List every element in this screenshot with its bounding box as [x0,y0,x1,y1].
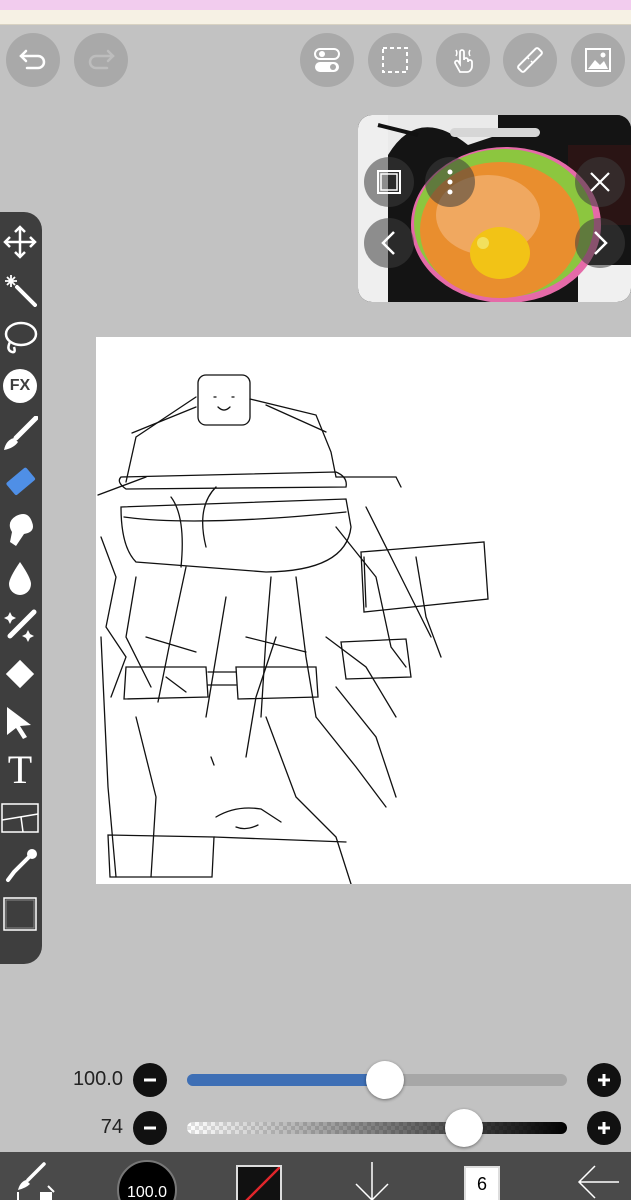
reference-close-button[interactable] [575,157,625,207]
brush-size-slider: 100.0 [0,1060,631,1100]
status-strip [0,0,631,10]
tool-palette: FX T [0,212,42,964]
tool-eyedropper[interactable] [0,844,40,888]
size-increase-button[interactable] [587,1063,621,1097]
size-track-fill [187,1074,385,1086]
arrow-left-icon [577,1165,619,1199]
plus-icon [598,1122,610,1134]
selection-icon [382,47,408,73]
tool-smudge[interactable] [0,508,40,552]
title-strip [0,10,631,25]
drawing-canvas[interactable] [96,337,631,884]
tool-fill[interactable] [0,652,40,696]
eraser-icon [6,467,36,496]
layer-count: 6 [476,1174,487,1194]
fill-icon [5,659,35,689]
brush-swap-icon [17,1162,55,1200]
reference-menu-button[interactable] [425,157,475,207]
canvas-icon [3,897,37,931]
blur-icon [9,562,31,595]
tool-special-brush[interactable] [0,604,40,648]
tool-text[interactable]: T [0,748,40,792]
ruler-icon [517,47,543,73]
tool-frame-divider[interactable] [0,796,40,840]
tool-blur[interactable] [0,556,40,600]
frame-divider-icon [1,803,39,833]
undo-icon [19,49,46,70]
toggle-icon [314,48,340,72]
brush-icon [4,416,38,450]
filter-icon: FX [3,369,37,403]
opacity-slider-thumb[interactable] [445,1109,484,1147]
opacity-track[interactable] [187,1122,567,1134]
redo-icon [88,49,115,70]
brush-size-preview[interactable]: 100.0 [117,1160,177,1200]
brush-opacity-value: 74 [100,1116,123,1138]
tool-eraser[interactable] [0,460,40,504]
cursor-icon [7,707,31,739]
arrow-down-icon [355,1162,389,1200]
more-vertical-icon [447,169,453,195]
reference-window[interactable] [358,115,631,302]
brush-size-preview-label: 100.0 [126,1184,168,1200]
opacity-increase-button[interactable] [587,1111,621,1145]
back-button[interactable] [575,1164,621,1200]
tool-brush[interactable] [0,412,40,456]
reference-next-button[interactable] [575,218,625,268]
tool-lasso[interactable] [0,316,40,360]
brush-settings-button[interactable] [14,1160,58,1200]
bottom-toolbar: 100.0 6 [0,1152,631,1200]
fit-window-icon [377,170,401,194]
tool-select[interactable] [0,700,40,744]
size-slider-thumb[interactable] [365,1061,404,1099]
chevron-left-icon [381,231,395,255]
opacity-decrease-button[interactable] [133,1111,167,1145]
redo-button[interactable] [74,33,128,87]
sketch-artwork [97,374,489,884]
eyedropper-icon [6,849,37,882]
vertical-flip-button[interactable] [352,1162,392,1200]
gesture-icon [454,49,473,73]
selection-button[interactable] [368,33,422,87]
brush-opacity-slider: 74 [0,1108,631,1148]
close-icon [590,172,610,192]
chevron-right-icon [594,231,608,255]
plus-icon [598,1074,610,1086]
move-icon [3,225,37,259]
sparkle-brush-icon [4,609,37,642]
material-icon [585,48,611,72]
minus-icon [144,1078,156,1082]
undo-button[interactable] [6,33,60,87]
reference-prev-button[interactable] [364,218,414,268]
tool-canvas[interactable] [0,892,40,936]
minus-icon [144,1126,156,1130]
lasso-icon [4,321,38,354]
layers-button[interactable]: 6 [464,1166,500,1200]
tool-magic-wand[interactable] [0,268,40,312]
smudge-icon [9,514,33,546]
color-swatch[interactable] [236,1165,282,1200]
reference-drag-handle[interactable] [450,128,540,137]
color-swatch-icon [245,1167,280,1200]
tool-move[interactable] [0,220,40,264]
tool-filter[interactable]: FX [0,364,40,408]
reference-image [358,115,631,302]
material-button[interactable] [571,33,625,87]
toggle-button[interactable] [300,33,354,87]
ruler-button[interactable] [503,33,557,87]
size-decrease-button[interactable] [133,1063,167,1097]
reference-fit-button[interactable] [364,157,414,207]
filter-label: FX [9,377,31,394]
gesture-button[interactable] [436,33,490,87]
magic-wand-icon [5,275,37,307]
brush-size-value: 100.0 [72,1068,123,1090]
text-icon: T [7,747,33,792]
